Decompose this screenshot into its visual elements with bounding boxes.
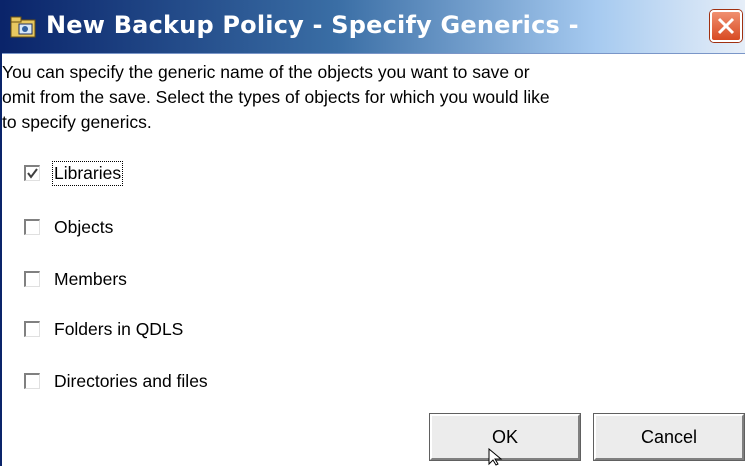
title-bar[interactable]: New Backup Policy - Specify Generics - [2,0,745,54]
close-button[interactable] [710,10,742,42]
members-checkbox[interactable] [24,271,40,287]
folders-in-qdls-checkbox[interactable] [24,321,40,337]
objects-checkbox[interactable] [24,219,40,235]
option-folders-in-qdls[interactable]: Folders in QDLS [24,317,183,341]
checkmark-icon [27,168,38,179]
option-objects[interactable]: Objects [24,215,113,239]
option-libraries[interactable]: Libraries [24,160,124,186]
dialog-window: New Backup Policy - Specify Generics - Y… [0,0,745,466]
window-title: New Backup Policy - Specify Generics - [46,11,579,39]
option-directories-and-files[interactable]: Directories and files [24,369,208,393]
option-members[interactable]: Members [24,267,127,291]
folders-in-qdls-label: Folders in QDLS [54,318,184,339]
directories-and-files-label: Directories and files [54,370,208,391]
cancel-button[interactable]: Cancel [593,413,745,461]
description-text: You can specify the generic name of the … [2,62,550,132]
libraries-checkbox[interactable] [24,165,40,181]
libraries-label: Libraries [51,160,124,186]
mouse-cursor-icon [488,447,506,466]
objects-label: Objects [54,216,114,237]
folder-icon [10,15,37,39]
directories-and-files-checkbox[interactable] [24,373,40,389]
members-label: Members [54,268,127,289]
